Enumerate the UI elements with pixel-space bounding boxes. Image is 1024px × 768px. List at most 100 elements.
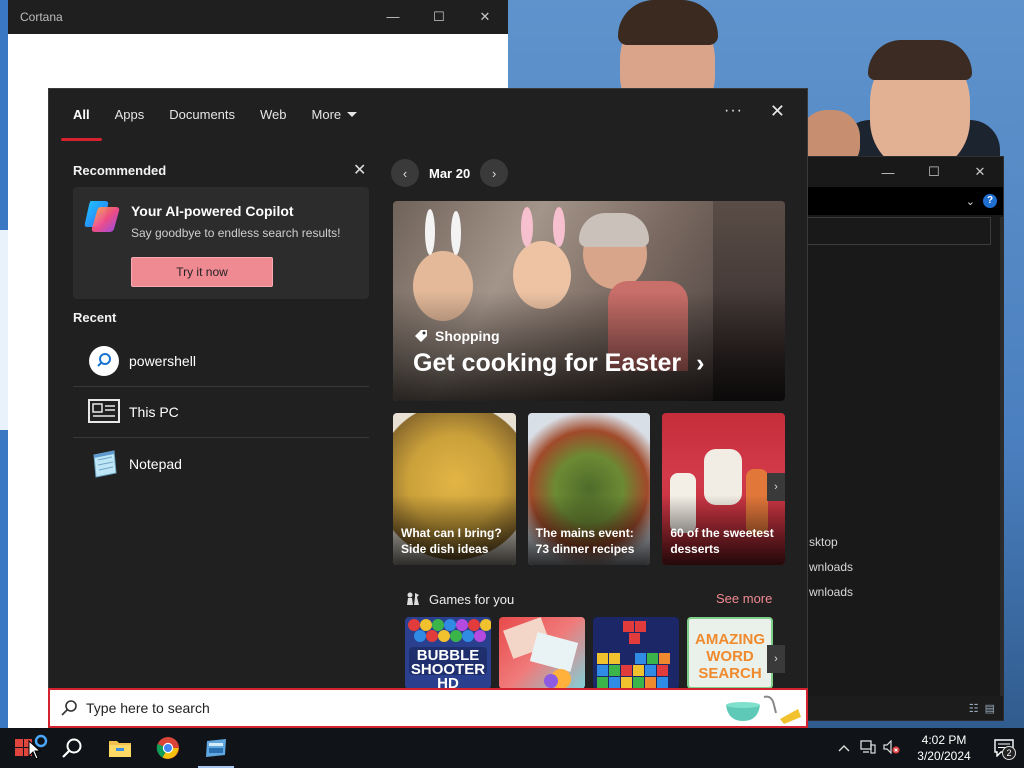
system-tray: 4:02 PM 3/20/2024 2 xyxy=(832,728,1024,768)
scrollbar[interactable] xyxy=(1000,217,1003,697)
next-day-button[interactable]: › xyxy=(480,159,509,187)
caret-down-icon xyxy=(347,111,358,117)
large-icons-view-icon[interactable]: ▤ xyxy=(985,702,995,715)
app-window-icon xyxy=(206,739,226,757)
nav-item-downloads[interactable]: wnloads xyxy=(809,585,853,599)
taskbar: 4:02 PM 3/20/2024 2 xyxy=(0,728,1024,768)
tile-label: 60 of the sweetest desserts xyxy=(670,526,774,556)
games-heading: Games for you xyxy=(405,591,514,607)
games-next-button[interactable]: › xyxy=(767,645,785,673)
previous-day-button[interactable]: ‹ xyxy=(391,159,419,187)
tab-all[interactable]: All xyxy=(61,89,101,141)
cortana-title: Cortana xyxy=(20,10,63,24)
this-pc-icon xyxy=(87,395,121,429)
close-button[interactable]: ✕ xyxy=(957,164,1003,180)
hero-tag-label: Shopping xyxy=(435,328,500,344)
hero-image-detail xyxy=(425,209,435,255)
show-hidden-icons-chevron-icon[interactable] xyxy=(832,741,856,755)
see-more-link[interactable]: See more xyxy=(716,591,772,606)
nav-item-desktop[interactable]: sktop xyxy=(809,535,838,549)
tab-web[interactable]: Web xyxy=(260,89,287,139)
hero-tag: Shopping xyxy=(413,328,500,344)
date-navigation: ‹ Mar 20 › xyxy=(391,159,509,187)
try-it-now-button[interactable]: Try it now xyxy=(131,257,273,287)
volume-muted-icon[interactable] xyxy=(880,739,904,757)
hero-card[interactable]: Shopping Get cooking for Easter › xyxy=(393,201,785,401)
games-row: BUBBLE SHOOTER HD AMAZING WORD SEARCH xyxy=(405,617,773,689)
recent-list: powershell This PC Notepad xyxy=(73,336,369,489)
tiles-next-button[interactable]: › xyxy=(767,473,785,501)
dismiss-recommended-button[interactable]: ✕ xyxy=(353,160,366,180)
game-title: BUBBLE SHOOTER HD xyxy=(410,647,486,689)
chevron-right-icon: › xyxy=(696,349,705,377)
copilot-subtitle: Say goodbye to endless search results! xyxy=(131,226,341,240)
clock[interactable]: 4:02 PM 3/20/2024 xyxy=(904,732,984,764)
search-flyout: All Apps Documents Web More ··· ✕ Recomm… xyxy=(48,88,808,728)
search-placeholder: Type here to search xyxy=(86,700,210,716)
tile-side-dish[interactable]: What can I bring? Side dish ideas xyxy=(393,413,516,565)
chevron-down-icon[interactable]: ⌄ xyxy=(966,195,975,208)
tab-more[interactable]: More xyxy=(312,89,358,139)
folder-icon xyxy=(109,741,131,757)
content-tiles: What can I bring? Side dish ideas The ma… xyxy=(393,413,786,565)
recent-item-notepad[interactable]: Notepad xyxy=(73,438,369,489)
game-puzzle[interactable] xyxy=(499,617,585,689)
status-bar: ☷ ▤ xyxy=(801,696,1003,720)
games-heading-label: Games for you xyxy=(429,591,515,607)
help-icon[interactable]: ? xyxy=(983,194,997,208)
notepad-icon xyxy=(87,447,121,481)
clock-time: 4:02 PM xyxy=(921,733,967,747)
tab-apps[interactable]: Apps xyxy=(115,89,145,139)
search-button[interactable] xyxy=(48,728,96,768)
search-icon xyxy=(62,738,82,758)
block-puzzle-thumbnail xyxy=(597,621,670,688)
recent-item-powershell[interactable]: powershell xyxy=(73,336,369,387)
active-app-button[interactable] xyxy=(192,728,240,768)
taskbar-search-box[interactable]: Type here to search xyxy=(48,688,808,728)
close-button[interactable]: ✕ xyxy=(462,9,508,25)
maximize-button[interactable]: ☐ xyxy=(911,164,957,180)
recommended-heading: Recommended xyxy=(73,163,167,178)
maximize-button[interactable]: ☐ xyxy=(416,9,462,25)
tab-documents[interactable]: Documents xyxy=(169,89,235,139)
wallpaper-hair xyxy=(618,0,718,45)
tile-label: What can I bring? Side dish ideas xyxy=(401,526,502,556)
minimize-button[interactable]: — xyxy=(865,165,911,180)
search-tabs: All Apps Documents Web More xyxy=(49,89,807,141)
hero-title-text: Get cooking for Easter xyxy=(413,349,682,377)
close-flyout-button[interactable]: ✕ xyxy=(770,101,785,122)
details-view-icon[interactable]: ☷ xyxy=(969,702,979,715)
tab-label: All xyxy=(73,106,90,122)
hero-image-detail xyxy=(579,213,649,247)
copilot-icon xyxy=(84,201,120,232)
tile-label: The mains event: 73 dinner recipes xyxy=(535,526,635,556)
search-icon xyxy=(87,344,121,378)
recent-item-label: Notepad xyxy=(129,455,182,472)
chess-piece-icon xyxy=(407,592,419,605)
wallpaper-hair xyxy=(868,40,972,80)
explorer-search-field[interactable] xyxy=(807,217,991,245)
date-label: Mar 20 xyxy=(429,165,471,181)
tab-label: Web xyxy=(260,106,287,122)
game-block-puzzle[interactable] xyxy=(593,617,679,689)
game-bubble-shooter[interactable]: BUBBLE SHOOTER HD xyxy=(405,617,491,689)
recent-item-label: powershell xyxy=(129,353,196,369)
recent-item-this-pc[interactable]: This PC xyxy=(73,387,369,438)
action-center-button[interactable]: 2 xyxy=(984,728,1024,768)
explorer-ribbon: ⌄ ? xyxy=(801,187,1003,215)
hero-overlay xyxy=(393,291,785,401)
nav-item-downloads[interactable]: wnloads xyxy=(809,560,853,574)
chrome-button[interactable] xyxy=(144,728,192,768)
tab-label: More xyxy=(311,106,342,122)
hero-image-detail xyxy=(553,207,565,247)
file-explorer-button[interactable] xyxy=(96,728,144,768)
hero-image-detail xyxy=(521,207,533,247)
minimize-button[interactable]: — xyxy=(370,9,416,25)
game-word-search[interactable]: AMAZING WORD SEARCH xyxy=(687,617,773,689)
hero-image-detail xyxy=(451,211,461,255)
more-options-button[interactable]: ··· xyxy=(724,102,743,120)
network-icon[interactable] xyxy=(856,739,880,757)
tab-label: Documents xyxy=(169,106,236,122)
copilot-card[interactable]: Your AI-powered Copilot Say goodbye to e… xyxy=(73,187,369,299)
tile-dinner-recipes[interactable]: The mains event: 73 dinner recipes xyxy=(527,413,651,565)
